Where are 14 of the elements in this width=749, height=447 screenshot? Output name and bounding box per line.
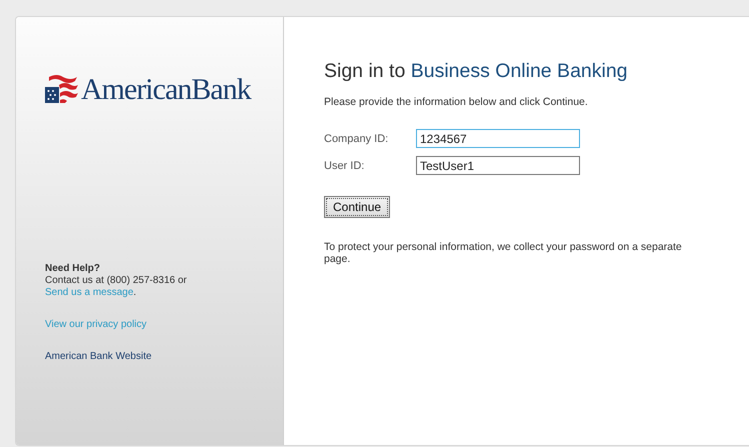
instructions-text: Please provide the information below and click Continue. — [324, 96, 589, 108]
flag-logo-icon — [45, 75, 79, 103]
input-field[interactable]: TestUser1 — [416, 156, 580, 175]
password-notice: To protect your personal information, we collect your password on a separate page. — [324, 241, 683, 265]
help-heading: Need Help? — [45, 263, 102, 275]
field-label: Company ID: — [324, 132, 390, 144]
logo-wordmark: AmericanBank — [81, 75, 251, 105]
product-title: Business Online Banking — [410, 60, 628, 82]
page-title: Sign in to — [324, 60, 406, 82]
help-text: Contact us at (800) 257-8316 or Send us a message. — [45, 275, 188, 299]
website-link[interactable]: American Bank Website — [45, 351, 152, 363]
field-label: User ID: — [324, 160, 366, 172]
input-field[interactable]: 1234567 — [416, 129, 580, 148]
continue-button[interactable]: Continue — [324, 196, 390, 218]
